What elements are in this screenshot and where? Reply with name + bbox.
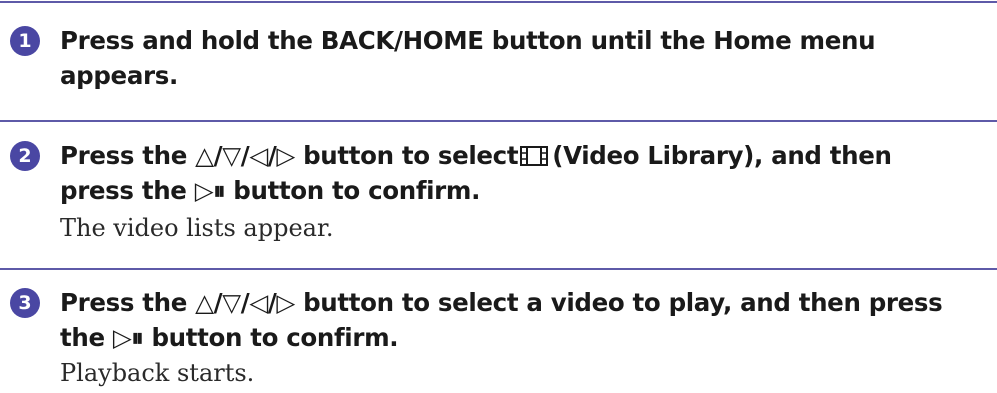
step-instruction-line-1: Press the △/▽/◁/▷ button to select a vid… [60,288,943,317]
step-instruction: Press the △/▽/◁/▷ button to select a vid… [60,285,990,355]
step-number-badge: 1 [10,26,40,56]
step-instruction: Press and hold the BACK/HOME button unti… [60,23,990,93]
step-result: Playback starts. [60,359,255,387]
step-number-badge: 2 [10,141,40,171]
step-divider [0,120,997,122]
step-result: The video lists appear. [60,214,334,242]
step-divider [0,268,997,270]
step-instruction-line-2: press the ▷⏸ button to confirm. [60,176,481,205]
top-divider [0,1,997,3]
video-library-icon [520,146,549,166]
step-number-badge: 3 [10,288,40,318]
step-instruction-part-b: (Video Library), and then [552,141,892,170]
step-instruction-line-1: Press and hold the BACK/HOME button unti… [60,26,876,55]
step-instruction-part-a: Press the △/▽/◁/▷ button to select [60,141,519,170]
step-instruction: Press the △/▽/◁/▷ button to select (Vide… [60,138,990,208]
step-instruction-line-2: appears. [60,61,178,90]
step-instruction-line-2: the ▷⏸ button to confirm. [60,323,399,352]
